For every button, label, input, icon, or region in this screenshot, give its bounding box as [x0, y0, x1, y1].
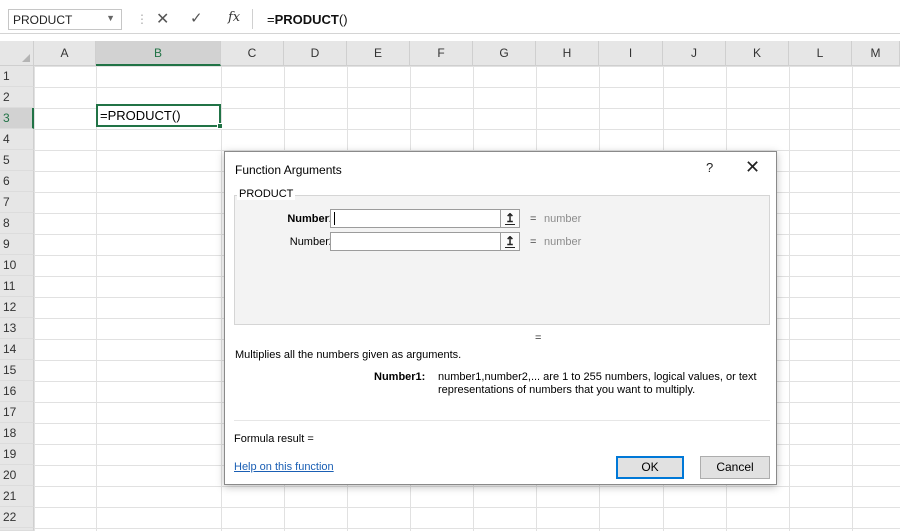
row-header-16[interactable]: 16 — [0, 381, 34, 402]
gridline — [789, 66, 790, 531]
column-header-b[interactable]: B — [96, 41, 221, 66]
row-header-12[interactable]: 12 — [0, 297, 34, 318]
dialog-title: Function Arguments — [235, 163, 342, 177]
row-header-7[interactable]: 7 — [0, 192, 34, 213]
row-header-14[interactable]: 14 — [0, 339, 34, 360]
row-header-19[interactable]: 19 — [0, 444, 34, 465]
formula-suffix: () — [338, 12, 348, 27]
ok-button[interactable]: OK — [616, 456, 684, 479]
column-header-l[interactable]: L — [789, 41, 852, 66]
name-box[interactable]: PRODUCT ▼ — [8, 9, 122, 30]
row-header-11[interactable]: 11 — [0, 276, 34, 297]
help-icon[interactable]: ? — [706, 160, 713, 175]
column-header-h[interactable]: H — [536, 41, 599, 66]
chevron-down-icon[interactable]: ▼ — [106, 13, 115, 23]
fill-handle[interactable] — [217, 123, 223, 129]
gridline — [221, 66, 222, 531]
number1-result: number — [544, 213, 582, 225]
number2-label: Number2 — [289, 236, 335, 248]
number1-range-picker-icon[interactable]: ↥ — [500, 209, 520, 228]
column-header-g[interactable]: G — [473, 41, 536, 66]
formula-prefix: = — [267, 12, 275, 27]
arrow-up-icon: ↥ — [504, 234, 516, 248]
cancel-formula-icon[interactable]: ✕ — [156, 9, 169, 29]
column-header-j[interactable]: J — [663, 41, 726, 66]
active-cell-value: =PRODUCT() — [100, 108, 181, 123]
row-header-3[interactable]: 3 — [0, 108, 34, 129]
number1-equals: = — [530, 213, 537, 225]
cancel-button[interactable]: Cancel — [700, 456, 770, 479]
help-on-function-link[interactable]: Help on this function — [234, 461, 334, 473]
formula-input[interactable]: =PRODUCT() — [253, 9, 893, 30]
column-header-f[interactable]: F — [410, 41, 473, 66]
function-arguments-dialog: Function Arguments ? ✕ PRODUCT Number1 ↥… — [224, 151, 777, 485]
number2-equals: = — [530, 236, 537, 248]
function-description: Multiplies all the numbers given as argu… — [235, 349, 462, 361]
column-header-e[interactable]: E — [347, 41, 410, 66]
row-header-1[interactable]: 1 — [0, 66, 34, 87]
number2-range-picker-icon[interactable]: ↥ — [500, 232, 520, 251]
column-header-m[interactable]: M — [852, 41, 900, 66]
gridline — [96, 66, 97, 531]
formula-bar: PRODUCT ▼ ⋮ ✕ ✓ fx =PRODUCT() — [0, 0, 900, 34]
column-header-d[interactable]: D — [284, 41, 347, 66]
formula-text: =PRODUCT() — [267, 12, 348, 27]
column-header-k[interactable]: K — [726, 41, 789, 66]
number1-label: Number1 — [287, 213, 335, 225]
row-header-9[interactable]: 9 — [0, 234, 34, 255]
row-header-10[interactable]: 10 — [0, 255, 34, 276]
row-header-15[interactable]: 15 — [0, 360, 34, 381]
insert-function-icon[interactable]: fx — [228, 10, 240, 25]
row-header-22[interactable]: 22 — [0, 507, 34, 528]
argument-description-name: Number1: — [374, 371, 426, 383]
row-header-4[interactable]: 4 — [0, 129, 34, 150]
close-icon[interactable]: ✕ — [745, 157, 760, 178]
row-header-17[interactable]: 17 — [0, 402, 34, 423]
row-header-2[interactable]: 2 — [0, 87, 34, 108]
function-name-label: PRODUCT — [237, 188, 296, 200]
row-header-18[interactable]: 18 — [0, 423, 34, 444]
dialog-divider — [234, 420, 770, 421]
row-header-5[interactable]: 5 — [0, 150, 34, 171]
column-header-c[interactable]: C — [221, 41, 284, 66]
row-header-20[interactable]: 20 — [0, 465, 34, 486]
number2-result: number — [544, 236, 582, 248]
formula-result-label: Formula result = — [234, 433, 314, 445]
function-result-equals: = — [535, 332, 542, 344]
row-header-8[interactable]: 8 — [0, 213, 34, 234]
number2-input[interactable] — [330, 232, 502, 251]
row-header-13[interactable]: 13 — [0, 318, 34, 339]
grip-icon: ⋮ — [136, 12, 148, 26]
row-header-6[interactable]: 6 — [0, 171, 34, 192]
enter-formula-icon[interactable]: ✓ — [190, 9, 203, 27]
column-header-i[interactable]: I — [599, 41, 663, 66]
select-all-corner[interactable] — [0, 41, 34, 66]
arrow-up-icon: ↥ — [504, 211, 516, 225]
column-header-a[interactable]: A — [34, 41, 96, 66]
argument-description-text: number1,number2,... are 1 to 255 numbers… — [438, 371, 757, 396]
gridline — [852, 66, 853, 531]
number1-input[interactable] — [330, 209, 502, 228]
formula-function-name: PRODUCT — [274, 12, 339, 27]
name-box-value: PRODUCT — [13, 13, 73, 27]
text-caret — [334, 212, 335, 225]
row-header-21[interactable]: 21 — [0, 486, 34, 507]
active-cell-b3[interactable]: =PRODUCT() — [96, 104, 223, 129]
